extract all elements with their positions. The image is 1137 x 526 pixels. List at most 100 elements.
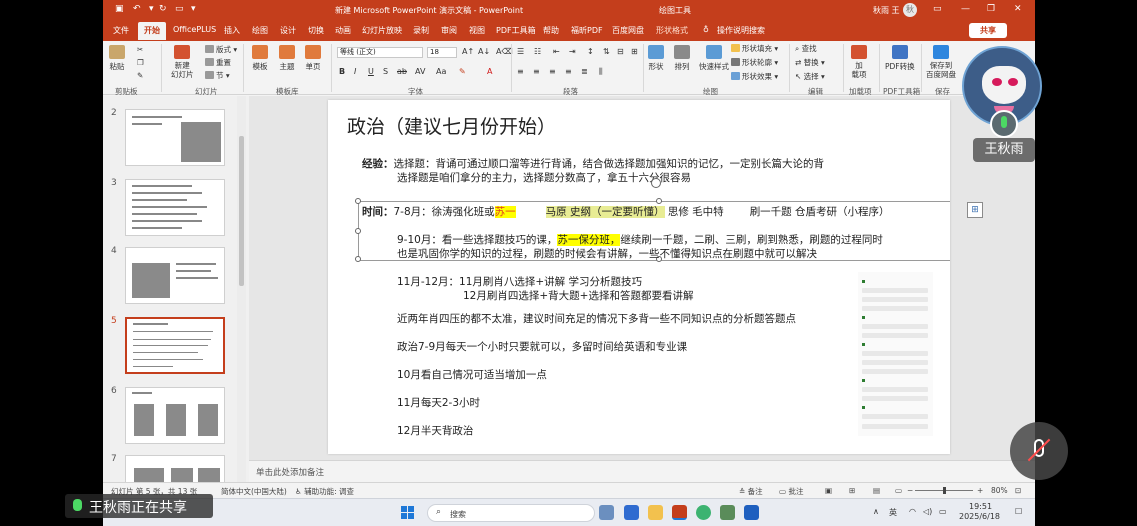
tab-record[interactable]: 录制: [413, 25, 429, 36]
language-indicator[interactable]: 简体中文(中国大陆): [221, 486, 287, 497]
underline-icon[interactable]: U: [368, 67, 374, 76]
taskbar-app-icon[interactable]: [720, 505, 735, 520]
justify-icon[interactable]: ≡: [565, 67, 572, 76]
copy-icon[interactable]: ❐: [137, 58, 144, 67]
save-to-baidu-button[interactable]: 保存到 百度网盘: [926, 45, 956, 79]
resize-handle[interactable]: [355, 228, 361, 234]
tell-me-search[interactable]: 操作说明搜索: [717, 25, 765, 36]
slide-thumbnail[interactable]: [125, 455, 225, 482]
tab-home[interactable]: 开始: [138, 22, 166, 40]
notes-toggle[interactable]: ≙ 备注: [739, 486, 763, 497]
tab-baidu-netdisk[interactable]: 百度网盘: [612, 25, 644, 36]
slideshow-view-icon[interactable]: ▭: [895, 486, 902, 495]
increase-indent-icon[interactable]: ⇥: [569, 47, 576, 56]
layout-options-icon[interactable]: ⊞: [967, 202, 983, 218]
close-icon[interactable]: ✕: [1014, 4, 1022, 14]
format-painter-icon[interactable]: ✎: [137, 71, 143, 80]
select-button[interactable]: ↖ 选择 ▾: [795, 71, 825, 82]
shape-fill-button[interactable]: 形状填充 ▾: [731, 43, 778, 54]
tab-file[interactable]: 文件: [113, 25, 129, 36]
bullets-icon[interactable]: ☰: [517, 47, 524, 56]
tab-officeplus[interactable]: OfficePLUS: [173, 25, 216, 34]
shape-outline-button[interactable]: 形状轮廓 ▾: [731, 57, 778, 68]
theme-button[interactable]: 主题: [279, 45, 295, 72]
taskbar-app-icon[interactable]: [744, 505, 759, 520]
text-direction-icon[interactable]: ⇅: [603, 47, 610, 56]
undo-icon[interactable]: ↶: [133, 4, 141, 14]
undo-dropdown-icon[interactable]: ▾: [149, 4, 154, 14]
align-center-icon[interactable]: ≡: [533, 67, 540, 76]
tab-pdftools[interactable]: PDF工具箱: [496, 25, 536, 36]
line-11[interactable]: 11月每天2-3小时: [397, 395, 480, 410]
reading-view-icon[interactable]: ▤: [873, 486, 880, 495]
minimize-icon[interactable]: —: [961, 4, 970, 14]
time-line-78[interactable]: 时间：7-8月：徐涛强化班或苏一 马原 史纲（一定要听懂） 思修 毛中特 刷一千题 …: [362, 204, 890, 219]
highlight-icon[interactable]: ✎: [459, 67, 466, 76]
addins-button[interactable]: 加 载项: [851, 45, 867, 79]
tab-draw[interactable]: 绘图: [252, 25, 268, 36]
font-name-box[interactable]: 等线 (正文): [337, 47, 423, 58]
notification-icon[interactable]: ☐: [1015, 507, 1022, 516]
tab-insert[interactable]: 插入: [224, 25, 240, 36]
redo-icon[interactable]: ↻: [159, 4, 167, 14]
template-button[interactable]: 模板: [252, 45, 268, 72]
slide-thumbnail-selected[interactable]: [125, 317, 225, 374]
zoom-level[interactable]: 80%: [991, 486, 1008, 495]
line-910-cont[interactable]: 也是巩固你学的知识的过程，刷题的时候会有讲解，一些不懂得知识点在刷题中就可以解决: [397, 246, 817, 261]
arrange-button[interactable]: 排列: [674, 45, 690, 72]
battery-icon[interactable]: ▭: [939, 507, 947, 516]
slide-sorter-icon[interactable]: ⊞: [849, 486, 855, 495]
find-button[interactable]: ⌕ 查找: [795, 43, 817, 54]
quick-styles-button[interactable]: 快速样式: [699, 45, 729, 72]
tray-chevron-icon[interactable]: ∧: [873, 507, 879, 516]
normal-view-icon[interactable]: ▣: [825, 486, 832, 495]
volume-icon[interactable]: ◁): [923, 507, 932, 516]
wechat-icon[interactable]: [696, 505, 711, 520]
accessibility-status[interactable]: ♿ 辅助功能: 调查: [295, 486, 354, 497]
tab-view[interactable]: 视图: [469, 25, 485, 36]
increase-font-icon[interactable]: A↑: [462, 47, 474, 56]
tab-foxit-pdf[interactable]: 福昕PDF: [571, 25, 603, 36]
windows-start-icon[interactable]: [401, 506, 414, 519]
zoom-slider-knob[interactable]: [943, 487, 946, 494]
bold-icon[interactable]: B: [339, 67, 345, 76]
taskbar-app-icon[interactable]: [599, 505, 614, 520]
phone-screenshot-image[interactable]: [858, 272, 933, 436]
change-case-icon[interactable]: Aa: [436, 67, 446, 76]
scrollbar-thumb[interactable]: [239, 136, 244, 286]
replace-button[interactable]: ⇄ 替换 ▾: [795, 57, 825, 68]
line-spacing-icon[interactable]: ↕: [587, 47, 594, 56]
section-button[interactable]: 节 ▾: [205, 70, 230, 81]
slide-thumbnail[interactable]: [125, 109, 225, 166]
smartart-icon[interactable]: ⊞: [631, 47, 638, 56]
mic-muted-button[interactable]: [1010, 422, 1068, 480]
fit-slide-icon[interactable]: ⊡: [1015, 486, 1021, 495]
file-explorer-icon[interactable]: [648, 505, 663, 520]
align-text-icon[interactable]: ⊟: [617, 47, 624, 56]
slide-canvas[interactable]: 政治（建议七月份开始） 经验：选择题：背诵可通过顺口溜等进行背诵，结合做选择题加…: [328, 100, 950, 454]
italic-icon[interactable]: I: [354, 67, 356, 76]
slide-thumbnail[interactable]: [125, 179, 225, 236]
resize-handle[interactable]: [355, 256, 361, 262]
line-1112-cont[interactable]: 12月刷肖四选择+背大题+选择和答题都要看讲解: [463, 288, 693, 303]
ribbon-display-icon[interactable]: ▭: [933, 4, 942, 14]
powerpoint-app-icon[interactable]: [672, 505, 687, 520]
shape-effects-button[interactable]: 形状效果 ▾: [731, 71, 778, 82]
layout-button[interactable]: 版式 ▾: [205, 44, 237, 55]
clock-date[interactable]: 2025/6/18: [959, 512, 1000, 521]
experience-line[interactable]: 经验：选择题：背诵可通过顺口溜等进行背诵，结合做选择题加强知识的记忆，一定别长篇…: [362, 156, 824, 171]
tab-help[interactable]: 帮助: [543, 25, 559, 36]
user-avatar[interactable]: 秋: [903, 3, 917, 17]
new-slide-button[interactable]: 新建 幻灯片: [171, 45, 194, 79]
align-left-icon[interactable]: ≡: [517, 67, 524, 76]
tab-review[interactable]: 审阅: [441, 25, 457, 36]
line-12[interactable]: 12月半天背政治: [397, 423, 473, 438]
shape-button[interactable]: 形状: [648, 45, 664, 72]
start-slideshow-icon[interactable]: ▭: [175, 4, 184, 14]
font-size-box[interactable]: 18: [427, 47, 457, 58]
char-spacing-icon[interactable]: AV: [415, 67, 425, 76]
line-10[interactable]: 10月看自己情况可适当增加一点: [397, 367, 547, 382]
wifi-icon[interactable]: ◠: [909, 507, 916, 516]
clock-time[interactable]: 19:51: [969, 502, 992, 511]
shadow-icon[interactable]: S: [383, 67, 388, 76]
